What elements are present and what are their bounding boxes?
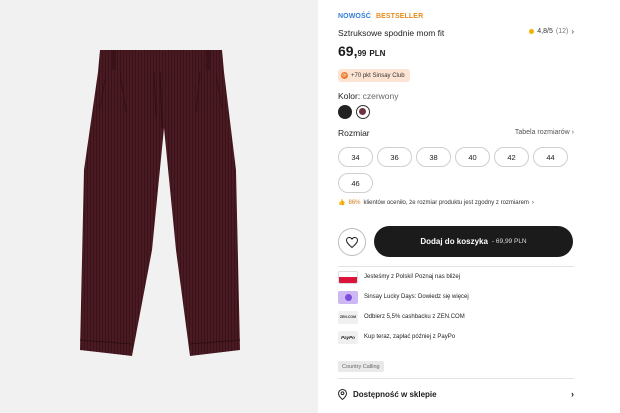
color-label-row: Kolor: czerwony	[338, 91, 399, 101]
club-points-label: +70 pkt Sinsay Club	[351, 72, 405, 79]
new-badge: NOWOŚĆ	[338, 13, 371, 20]
add-to-cart-price: - 69,99 PLN	[491, 238, 527, 245]
location-pin-icon	[338, 388, 347, 400]
color-swatch-red-selected[interactable]	[356, 105, 370, 119]
promo-zen[interactable]: ZEN.COM Odbierz 5,5% cashbacku z ZEN.COM	[338, 310, 465, 324]
size-fit-info[interactable]: 👍 86% klientów oceniło, że rozmiar produ…	[338, 199, 534, 207]
club-points-badge: ⟳ +70 pkt Sinsay Club	[338, 69, 410, 82]
poland-flag-icon	[338, 270, 358, 284]
bestseller-badge: BESTSELLER	[375, 13, 424, 20]
rating-count: (12)	[555, 28, 569, 35]
size-option-36[interactable]: 36	[377, 147, 412, 167]
zen-com-icon: ZEN.COM	[338, 310, 358, 324]
add-to-cart-label: Dodaj do koszyka	[420, 237, 488, 246]
product-price: 69, 99 PLN	[338, 43, 385, 59]
promo-poland[interactable]: Jesteśmy z Polski! Poznaj nas bliżej	[338, 270, 460, 284]
lucky-days-icon	[338, 290, 358, 304]
add-to-wishlist-button[interactable]	[338, 228, 366, 256]
size-table-label: Tabela rozmiarów	[514, 129, 570, 136]
promo-paypo[interactable]: PayPo Kup teraz, zapłać później z PayPo	[338, 330, 455, 344]
price-main: 69,	[338, 43, 358, 59]
product-panel: NOWOŚĆ BESTSELLER Sztruksowe spodnie mom…	[338, 0, 578, 413]
chevron-right-icon: ›	[571, 389, 574, 399]
size-option-42[interactable]: 42	[494, 147, 529, 167]
chevron-right-icon: ›	[571, 27, 574, 36]
promo-text: Jesteśmy z Polski! Poznaj nas bliżej	[364, 274, 461, 280]
store-availability-label: Dostępność w sklepie	[353, 389, 437, 399]
add-to-cart-button[interactable]: Dodaj do koszyka - 69,99 PLN	[374, 226, 573, 257]
size-option-34[interactable]: 34	[338, 147, 373, 167]
chevron-right-icon: ›	[531, 199, 534, 206]
fit-percent: 86%	[348, 199, 361, 206]
size-option-40[interactable]: 40	[455, 147, 490, 167]
color-value: czerwony	[362, 91, 399, 101]
promo-text: Odbierz 5,5% cashbacku z ZEN.COM	[364, 314, 465, 320]
club-coin-icon: ⟳	[341, 72, 348, 79]
store-availability[interactable]: Dostępność w sklepie ›	[338, 387, 574, 401]
size-option-38[interactable]: 38	[416, 147, 451, 167]
star-icon	[529, 29, 535, 34]
product-rating[interactable]: 4,8/5 (12) ›	[529, 27, 574, 36]
thumbs-up-icon: 👍	[338, 200, 346, 206]
rating-value: 4,8/5	[537, 28, 553, 35]
price-currency: PLN	[369, 49, 386, 58]
country-calling-badge: Country Calling	[338, 361, 384, 372]
promo-text: Kup teraz, zapłać później z PayPo	[364, 334, 456, 340]
chevron-right-icon: ›	[571, 129, 574, 136]
size-label: Rozmiar	[338, 128, 370, 138]
size-table-link[interactable]: Tabela rozmiarów ›	[515, 129, 574, 136]
product-image[interactable]	[0, 0, 318, 413]
price-cents: 99	[357, 49, 367, 58]
product-title: Sztruksowe spodnie mom fit	[338, 28, 445, 38]
promo-text: Sinsay Lucky Days: Dowiedz się więcej	[364, 294, 469, 300]
promo-lucky-days[interactable]: Sinsay Lucky Days: Dowiedz się więcej	[338, 290, 469, 304]
color-swatch-black[interactable]	[338, 105, 352, 119]
divider	[338, 266, 574, 267]
heart-icon	[346, 236, 358, 248]
size-option-46[interactable]: 46	[338, 173, 373, 193]
product-tags: NOWOŚĆ BESTSELLER	[338, 13, 423, 20]
paypo-icon: PayPo	[338, 330, 358, 344]
size-option-44[interactable]: 44	[533, 147, 568, 167]
trousers-image	[79, 50, 241, 356]
fit-text: klientów oceniło, że rozmiar produktu je…	[363, 199, 529, 206]
divider	[338, 378, 574, 379]
color-label: Kolor:	[338, 91, 361, 101]
